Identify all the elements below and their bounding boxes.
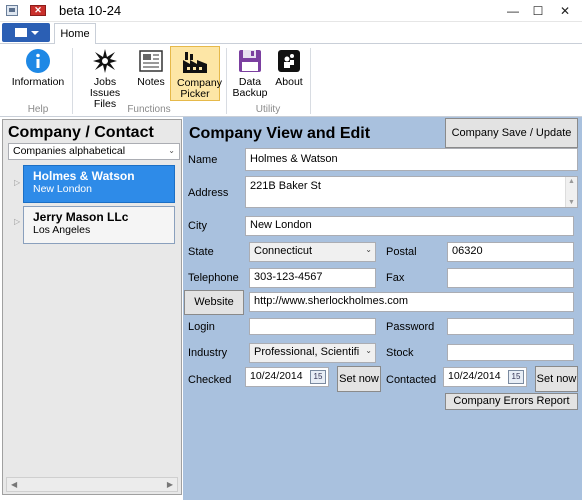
password-field[interactable]	[447, 318, 574, 335]
group-label-help: Help	[27, 104, 49, 115]
page-title: Company View and Edit	[189, 125, 371, 142]
state-label: State	[188, 246, 214, 258]
app-icon	[6, 5, 18, 16]
expander-icon[interactable]: ▷	[14, 178, 20, 187]
login-label: Login	[188, 321, 215, 333]
data-backup-label: Data Backup	[232, 76, 268, 99]
postal-label: Postal	[386, 246, 417, 258]
scroll-down-icon[interactable]: ▼	[568, 199, 575, 206]
address-value: 221B Baker St	[250, 180, 321, 192]
company-view-panel: Company View and Edit Company Save / Upd…	[183, 117, 582, 500]
application-menu-button[interactable]	[2, 23, 50, 42]
close-button[interactable]: ✕	[554, 3, 576, 19]
company-city: Los Angeles	[33, 224, 91, 236]
fax-field[interactable]	[447, 268, 574, 288]
company-save-button[interactable]: Company Save / Update	[445, 118, 578, 148]
checked-date-picker[interactable]: 10/24/2014 15	[245, 367, 329, 387]
jobs-burst-icon	[93, 49, 117, 73]
industry-select[interactable]: Professional, Scientifi ⌄	[249, 343, 376, 363]
scroll-up-icon[interactable]: ▲	[568, 178, 575, 185]
ribbon-separator	[310, 48, 311, 114]
password-label: Password	[386, 321, 435, 333]
sort-select[interactable]: Companies alphabetical ⌄	[8, 143, 180, 160]
notes-label: Notes	[137, 76, 165, 88]
company-city: New London	[33, 183, 92, 195]
contacted-set-now-button[interactable]: Set now	[535, 366, 578, 392]
address-label: Address	[188, 187, 229, 199]
login-field[interactable]	[249, 318, 376, 335]
information-label: Information	[11, 76, 65, 88]
about-button[interactable]: About	[272, 46, 306, 101]
sort-select-value: Companies alphabetical	[13, 145, 126, 157]
city-label: City	[188, 220, 207, 232]
company-list-item[interactable]: Jerry Mason LLc Los Angeles	[23, 206, 175, 244]
company-list-item[interactable]: Holmes & Watson New London	[23, 165, 175, 203]
checked-date-value: 10/24/2014	[250, 370, 303, 382]
industry-value: Professional, Scientifi	[254, 346, 360, 358]
stock-label: Stock	[386, 347, 414, 359]
floppy-disk-icon	[239, 50, 261, 72]
website-button[interactable]: Website	[184, 290, 244, 315]
company-picker-label: Company Picker	[177, 77, 222, 100]
calendar-icon[interactable]: 15	[310, 370, 326, 384]
checked-set-now-button[interactable]: Set now	[337, 366, 381, 392]
notes-button[interactable]: Notes	[134, 46, 168, 101]
contacted-date-value: 10/24/2014	[448, 370, 501, 382]
company-picker-button[interactable]: Company Picker	[170, 46, 222, 101]
telephone-field[interactable]: 303-123-4567	[249, 268, 376, 288]
scroll-left-icon[interactable]: ◀	[11, 480, 17, 489]
name-field[interactable]: Holmes & Watson	[245, 148, 578, 171]
horizontal-scrollbar[interactable]: ◀ ▶	[6, 477, 178, 492]
address-field[interactable]: 221B Baker St ▲ ▼	[245, 176, 578, 208]
quick-close-icon[interactable]: ✕	[30, 5, 46, 16]
factory-icon	[183, 52, 207, 73]
information-icon	[26, 49, 50, 73]
company-name: Jerry Mason LLc	[33, 210, 129, 224]
document-icon	[15, 28, 27, 37]
data-backup-button[interactable]: Data Backup	[230, 46, 270, 101]
name-label: Name	[188, 154, 218, 166]
expander-icon[interactable]: ▷	[14, 217, 20, 226]
scroll-right-icon[interactable]: ▶	[167, 480, 173, 489]
city-field[interactable]: New London	[245, 216, 574, 236]
group-label-utility: Utility	[255, 104, 281, 115]
contacted-date-picker[interactable]: 10/24/2014 15	[443, 367, 527, 387]
address-scrollbar[interactable]: ▲ ▼	[565, 177, 577, 207]
dropdown-arrow-icon	[31, 31, 39, 35]
company-name: Holmes & Watson	[33, 169, 135, 183]
company-errors-report-button[interactable]: Company Errors Report	[445, 393, 578, 410]
fax-label: Fax	[386, 272, 405, 284]
about-label: About	[275, 76, 303, 88]
panel-title: Company / Contact	[8, 124, 154, 141]
contacted-label: Contacted	[386, 374, 437, 386]
calendar-icon[interactable]: 15	[508, 370, 524, 384]
checked-label: Checked	[188, 374, 232, 386]
chevron-down-icon: ⌄	[365, 245, 372, 254]
ribbon-separator	[226, 48, 227, 114]
website-field[interactable]: http://www.sherlockholmes.com	[249, 292, 574, 312]
ribbon: Information Jobs Issues Files Notes Comp…	[0, 44, 582, 117]
state-select[interactable]: Connecticut ⌄	[249, 242, 376, 262]
postal-field[interactable]: 06320	[447, 242, 574, 262]
maximize-button[interactable]: ☐	[527, 3, 549, 19]
minimize-button[interactable]: —	[502, 3, 524, 19]
chevron-down-icon: ⌄	[365, 346, 372, 355]
group-label-functions: Functions	[127, 104, 171, 115]
telephone-label: Telephone	[188, 272, 239, 284]
industry-label: Industry	[188, 347, 228, 359]
jobs-issues-files-button[interactable]: Jobs Issues Files	[78, 46, 132, 110]
about-icon	[278, 50, 300, 72]
ribbon-separator	[72, 48, 73, 114]
stock-field[interactable]	[447, 344, 574, 361]
window-title: beta 10-24	[59, 3, 122, 18]
notes-icon	[139, 50, 163, 72]
tab-home[interactable]: Home	[54, 23, 96, 45]
title-bar: ✕ beta 10-24 — ☐ ✕	[0, 0, 582, 22]
company-contact-panel: Company / Contact Companies alphabetical…	[2, 119, 182, 495]
information-button[interactable]: Information	[8, 46, 68, 101]
chevron-down-icon: ⌄	[168, 146, 175, 155]
ribbon-tab-row: Home	[0, 22, 582, 45]
state-value: Connecticut	[254, 245, 313, 257]
